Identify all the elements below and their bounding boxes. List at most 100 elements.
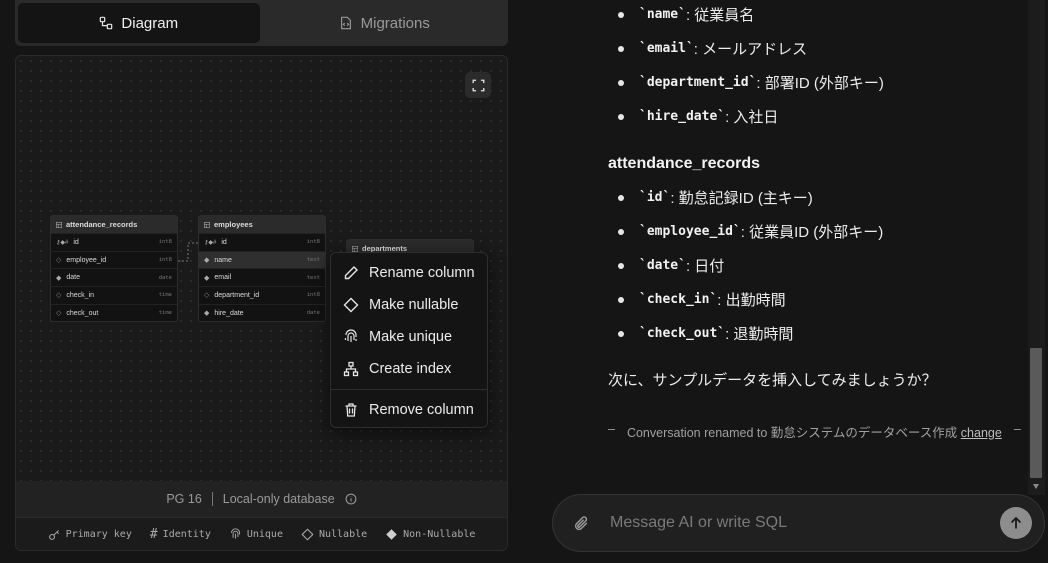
- view-tabs: Diagram Migrations: [15, 0, 508, 46]
- column-row-selected[interactable]: ◆ name text: [199, 250, 325, 269]
- tab-diagram-label: Diagram: [121, 14, 179, 32]
- rename-column-label: Rename column: [369, 265, 475, 281]
- bullet-dot: [618, 228, 624, 235]
- diagram-legend: Primary key # Identity Unique Nullable N…: [15, 517, 508, 551]
- scrollbar-thumb[interactable]: [1030, 348, 1042, 478]
- column-name: department_id: [214, 291, 260, 299]
- legend-primary-key: Primary key: [48, 528, 132, 541]
- remove-column-item[interactable]: Remove column: [331, 394, 487, 426]
- column-name: id: [73, 238, 79, 246]
- tab-diagram[interactable]: Diagram: [18, 3, 260, 43]
- pencil-icon: [344, 266, 358, 280]
- make-unique-item[interactable]: Make unique: [331, 321, 487, 353]
- relation-line: [178, 242, 198, 262]
- fingerprint-icon: [344, 329, 357, 342]
- paperclip-icon[interactable]: [573, 515, 590, 532]
- expand-icon: [472, 79, 484, 91]
- bullet-dot: [618, 11, 624, 18]
- nullable-icon: ◇: [56, 310, 62, 318]
- message-input[interactable]: [610, 514, 1000, 532]
- rename-column-item[interactable]: Rename column: [331, 257, 487, 289]
- assistant-question: 次に、サンプルデータを挿入してみましょうか？: [608, 372, 937, 389]
- legend-non-nullable-label: Non-Nullable: [403, 528, 476, 540]
- column-type: time: [158, 310, 172, 317]
- field-desc: : 日付: [685, 258, 725, 275]
- legend-primary-label: Primary key: [65, 528, 132, 540]
- diagram-icon: [100, 16, 113, 30]
- rename-prefix: Conversation renamed to: [626, 426, 768, 440]
- column-row[interactable]: ⚷◆# id int8: [51, 233, 177, 251]
- field-code: `date`: [639, 258, 686, 273]
- column-name: check_out: [66, 309, 99, 317]
- fullscreen-button[interactable]: [465, 72, 491, 98]
- field-code: `name`: [639, 7, 686, 22]
- nullable-icon: ◇: [204, 292, 210, 300]
- change-link[interactable]: change: [961, 426, 1002, 440]
- dash: –: [608, 422, 615, 436]
- diamond-filled-icon: [386, 528, 397, 540]
- field-code: `employee_id`: [639, 224, 741, 239]
- send-button[interactable]: [1000, 507, 1032, 539]
- column-name: name: [214, 256, 232, 264]
- app-window: Diagram Migrations attendance_records ⚷◆…: [0, 0, 1048, 563]
- column-row[interactable]: ◇ department_id int8: [199, 286, 325, 304]
- list-item: `employee_id`: 従業員ID (外部キー): [608, 221, 883, 242]
- diamond-icon: [343, 297, 359, 313]
- table-icon: [352, 245, 358, 252]
- field-code: `check_out`: [639, 326, 726, 341]
- section-heading: attendance_records: [608, 155, 761, 172]
- trash-icon: [345, 403, 357, 417]
- column-name: employee_id: [66, 256, 107, 264]
- info-icon[interactable]: [345, 493, 357, 505]
- field-desc: : メールアドレス: [693, 41, 808, 58]
- column-type: int8: [306, 292, 320, 299]
- table-icon: [56, 221, 62, 228]
- tab-migrations[interactable]: Migrations: [264, 3, 506, 43]
- legend-nullable-label: Nullable: [318, 528, 368, 540]
- list-item: `date`: 日付: [608, 255, 724, 276]
- chat-scrollbar[interactable]: [1028, 0, 1045, 495]
- column-context-menu: Rename column Make nullable Make unique …: [330, 252, 488, 428]
- non-nullable-icon: ◆: [204, 274, 210, 282]
- table-name: employees: [214, 220, 253, 229]
- field-code: `hire_date`: [639, 109, 726, 124]
- column-row[interactable]: ◆ hire_date date: [199, 303, 325, 322]
- pg-version: PG 16: [166, 492, 202, 506]
- table-name: attendance_records: [66, 220, 138, 229]
- create-index-label: Create index: [369, 361, 452, 377]
- bullet-dot: [618, 330, 624, 337]
- column-row[interactable]: ◇ check_out time: [51, 303, 177, 322]
- legend-unique-label: Unique: [246, 528, 283, 540]
- column-name: email: [214, 274, 232, 282]
- field-code: `department_id`: [639, 75, 757, 90]
- table-attendance-records[interactable]: attendance_records ⚷◆# id int8 ◇ employee_i…: [50, 215, 178, 323]
- make-nullable-item[interactable]: Make nullable: [331, 289, 487, 321]
- list-item: `hire_date`: 入社日: [608, 106, 778, 127]
- bullet-dot: [618, 262, 624, 269]
- column-row[interactable]: ◇ employee_id int8: [51, 250, 177, 269]
- table-header: employees: [199, 216, 325, 233]
- column-row[interactable]: ◆ date date: [51, 268, 177, 286]
- make-nullable-label: Make nullable: [369, 297, 459, 313]
- column-row[interactable]: ⚷◆# id int8: [199, 233, 325, 251]
- legend-unique: Unique: [229, 527, 283, 541]
- bullet-dot: [618, 296, 624, 303]
- field-desc: : 従業員ID (外部キー): [740, 224, 884, 241]
- network-icon: [343, 361, 359, 377]
- rename-notice: – Conversation renamed to 勤怠システムのデータベース作…: [608, 422, 1028, 441]
- scroll-down-arrow[interactable]: [1033, 484, 1039, 489]
- table-icon: [204, 221, 210, 228]
- column-row[interactable]: ◆ email text: [199, 268, 325, 286]
- fingerprint-icon: [230, 527, 240, 539]
- status-divider: [211, 492, 213, 506]
- table-employees[interactable]: employees ⚷◆# id int8 ◆ name text ◆ email text…: [198, 215, 326, 323]
- column-name: date: [66, 274, 81, 282]
- field-desc: : 出勤時間: [717, 292, 786, 309]
- field-desc: : 部署ID (外部キー): [756, 75, 884, 92]
- column-type: text: [306, 274, 320, 281]
- non-nullable-icon: ◆: [204, 257, 210, 265]
- column-name: id: [221, 238, 227, 246]
- column-row[interactable]: ◇ check_in time: [51, 286, 177, 304]
- create-index-item[interactable]: Create index: [331, 353, 487, 385]
- key-icon: ⚷◆#: [204, 239, 217, 246]
